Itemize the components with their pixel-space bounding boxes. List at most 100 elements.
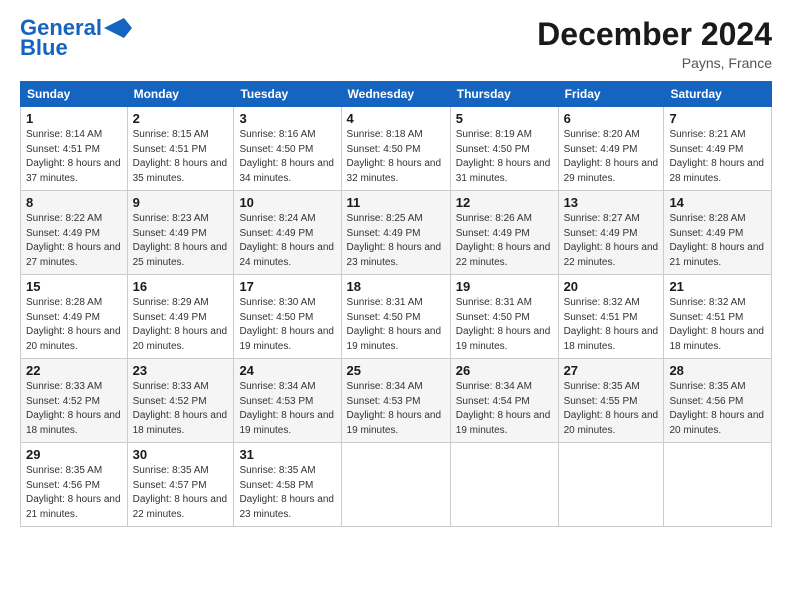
day-number: 29 (26, 447, 122, 462)
day-info: Sunrise: 8:19 AMSunset: 4:50 PMDaylight:… (456, 129, 551, 184)
day-number: 19 (456, 279, 553, 294)
table-row: 25 Sunrise: 8:34 AMSunset: 4:53 PMDayligh… (341, 359, 450, 443)
col-monday: Monday (127, 82, 234, 107)
calendar-week-row: 29 Sunrise: 8:35 AMSunset: 4:56 PMDayligh… (21, 443, 772, 527)
day-info: Sunrise: 8:20 AMSunset: 4:49 PMDaylight:… (564, 129, 659, 184)
day-info: Sunrise: 8:34 AMSunset: 4:53 PMDaylight:… (239, 381, 334, 436)
day-info: Sunrise: 8:27 AMSunset: 4:49 PMDaylight:… (564, 213, 659, 268)
table-row: 17 Sunrise: 8:30 AMSunset: 4:50 PMDayligh… (234, 275, 341, 359)
day-number: 25 (347, 363, 445, 378)
table-row (664, 443, 772, 527)
table-row: 31 Sunrise: 8:35 AMSunset: 4:58 PMDayligh… (234, 443, 341, 527)
logo-blue: Blue (20, 36, 68, 60)
day-info: Sunrise: 8:35 AMSunset: 4:58 PMDaylight:… (239, 465, 334, 520)
calendar-week-row: 22 Sunrise: 8:33 AMSunset: 4:52 PMDayligh… (21, 359, 772, 443)
day-info: Sunrise: 8:25 AMSunset: 4:49 PMDaylight:… (347, 213, 442, 268)
logo: General Blue (20, 16, 132, 60)
day-number: 28 (669, 363, 766, 378)
location: Payns, France (537, 55, 772, 71)
day-info: Sunrise: 8:28 AMSunset: 4:49 PMDaylight:… (26, 297, 121, 352)
table-row: 10 Sunrise: 8:24 AMSunset: 4:49 PMDayligh… (234, 191, 341, 275)
table-row: 14Sunrise: 8:28 AMSunset: 4:49 PMDayligh… (664, 191, 772, 275)
table-row: 20Sunrise: 8:32 AMSunset: 4:51 PMDayligh… (558, 275, 664, 359)
day-number: 22 (26, 363, 122, 378)
day-number: 15 (26, 279, 122, 294)
table-row: 22Sunrise: 8:33 AMSunset: 4:52 PMDayligh… (21, 359, 128, 443)
day-info: Sunrise: 8:21 AMSunset: 4:49 PMDaylight:… (669, 129, 764, 184)
table-row: 13 Sunrise: 8:27 AMSunset: 4:49 PMDayligh… (558, 191, 664, 275)
day-number: 10 (239, 195, 335, 210)
table-row (450, 443, 558, 527)
table-row: 23 Sunrise: 8:33 AMSunset: 4:52 PMDayligh… (127, 359, 234, 443)
table-row (558, 443, 664, 527)
table-row: 11 Sunrise: 8:25 AMSunset: 4:49 PMDayligh… (341, 191, 450, 275)
day-info: Sunrise: 8:31 AMSunset: 4:50 PMDaylight:… (456, 297, 551, 352)
col-sunday: Sunday (21, 82, 128, 107)
day-info: Sunrise: 8:30 AMSunset: 4:50 PMDaylight:… (239, 297, 334, 352)
day-info: Sunrise: 8:33 AMSunset: 4:52 PMDaylight:… (133, 381, 228, 436)
calendar-week-row: 1 Sunrise: 8:14 AMSunset: 4:51 PMDaylight… (21, 107, 772, 191)
col-tuesday: Tuesday (234, 82, 341, 107)
day-number: 13 (564, 195, 659, 210)
day-number: 30 (133, 447, 229, 462)
col-friday: Friday (558, 82, 664, 107)
calendar-header-row: Sunday Monday Tuesday Wednesday Thursday… (21, 82, 772, 107)
table-row: 27Sunrise: 8:35 AMSunset: 4:55 PMDayligh… (558, 359, 664, 443)
table-row: 8Sunrise: 8:22 AMSunset: 4:49 PMDaylight… (21, 191, 128, 275)
day-number: 26 (456, 363, 553, 378)
table-row: 6 Sunrise: 8:20 AMSunset: 4:49 PMDaylight… (558, 107, 664, 191)
table-row: 7Sunrise: 8:21 AMSunset: 4:49 PMDaylight… (664, 107, 772, 191)
header: General Blue December 2024 Payns, France (20, 16, 772, 71)
day-number: 18 (347, 279, 445, 294)
day-number: 5 (456, 111, 553, 126)
table-row: 16Sunrise: 8:29 AMSunset: 4:49 PMDayligh… (127, 275, 234, 359)
day-info: Sunrise: 8:35 AMSunset: 4:57 PMDaylight:… (133, 465, 228, 520)
day-info: Sunrise: 8:24 AMSunset: 4:49 PMDaylight:… (239, 213, 334, 268)
day-number: 4 (347, 111, 445, 126)
day-info: Sunrise: 8:34 AMSunset: 4:53 PMDaylight:… (347, 381, 442, 436)
page: General Blue December 2024 Payns, France… (0, 0, 792, 612)
day-info: Sunrise: 8:35 AMSunset: 4:55 PMDaylight:… (564, 381, 659, 436)
day-info: Sunrise: 8:35 AMSunset: 4:56 PMDaylight:… (669, 381, 764, 436)
table-row: 26 Sunrise: 8:34 AMSunset: 4:54 PMDayligh… (450, 359, 558, 443)
day-info: Sunrise: 8:16 AMSunset: 4:50 PMDaylight:… (239, 129, 334, 184)
day-number: 12 (456, 195, 553, 210)
table-row: 18 Sunrise: 8:31 AMSunset: 4:50 PMDayligh… (341, 275, 450, 359)
col-wednesday: Wednesday (341, 82, 450, 107)
day-info: Sunrise: 8:34 AMSunset: 4:54 PMDaylight:… (456, 381, 551, 436)
day-info: Sunrise: 8:35 AMSunset: 4:56 PMDaylight:… (26, 465, 121, 520)
table-row: 1 Sunrise: 8:14 AMSunset: 4:51 PMDaylight… (21, 107, 128, 191)
table-row: 29 Sunrise: 8:35 AMSunset: 4:56 PMDayligh… (21, 443, 128, 527)
day-number: 31 (239, 447, 335, 462)
calendar-table: Sunday Monday Tuesday Wednesday Thursday… (20, 81, 772, 527)
calendar-week-row: 15 Sunrise: 8:28 AMSunset: 4:49 PMDayligh… (21, 275, 772, 359)
day-info: Sunrise: 8:14 AMSunset: 4:51 PMDaylight:… (26, 129, 121, 184)
day-number: 6 (564, 111, 659, 126)
day-number: 14 (669, 195, 766, 210)
day-info: Sunrise: 8:15 AMSunset: 4:51 PMDaylight:… (133, 129, 228, 184)
table-row: 24Sunrise: 8:34 AMSunset: 4:53 PMDayligh… (234, 359, 341, 443)
table-row: 5 Sunrise: 8:19 AMSunset: 4:50 PMDaylight… (450, 107, 558, 191)
day-number: 23 (133, 363, 229, 378)
table-row (341, 443, 450, 527)
day-number: 11 (347, 195, 445, 210)
table-row: 15 Sunrise: 8:28 AMSunset: 4:49 PMDayligh… (21, 275, 128, 359)
table-row: 4 Sunrise: 8:18 AMSunset: 4:50 PMDaylight… (341, 107, 450, 191)
table-row: 19 Sunrise: 8:31 AMSunset: 4:50 PMDayligh… (450, 275, 558, 359)
day-number: 1 (26, 111, 122, 126)
day-number: 8 (26, 195, 122, 210)
day-number: 9 (133, 195, 229, 210)
day-info: Sunrise: 8:31 AMSunset: 4:50 PMDaylight:… (347, 297, 442, 352)
table-row: 21Sunrise: 8:32 AMSunset: 4:51 PMDayligh… (664, 275, 772, 359)
table-row: 2 Sunrise: 8:15 AMSunset: 4:51 PMDaylight… (127, 107, 234, 191)
col-saturday: Saturday (664, 82, 772, 107)
day-number: 20 (564, 279, 659, 294)
month-title: December 2024 (537, 16, 772, 53)
day-number: 3 (239, 111, 335, 126)
day-number: 2 (133, 111, 229, 126)
day-info: Sunrise: 8:18 AMSunset: 4:50 PMDaylight:… (347, 129, 442, 184)
day-number: 16 (133, 279, 229, 294)
day-info: Sunrise: 8:32 AMSunset: 4:51 PMDaylight:… (669, 297, 764, 352)
day-number: 17 (239, 279, 335, 294)
col-thursday: Thursday (450, 82, 558, 107)
